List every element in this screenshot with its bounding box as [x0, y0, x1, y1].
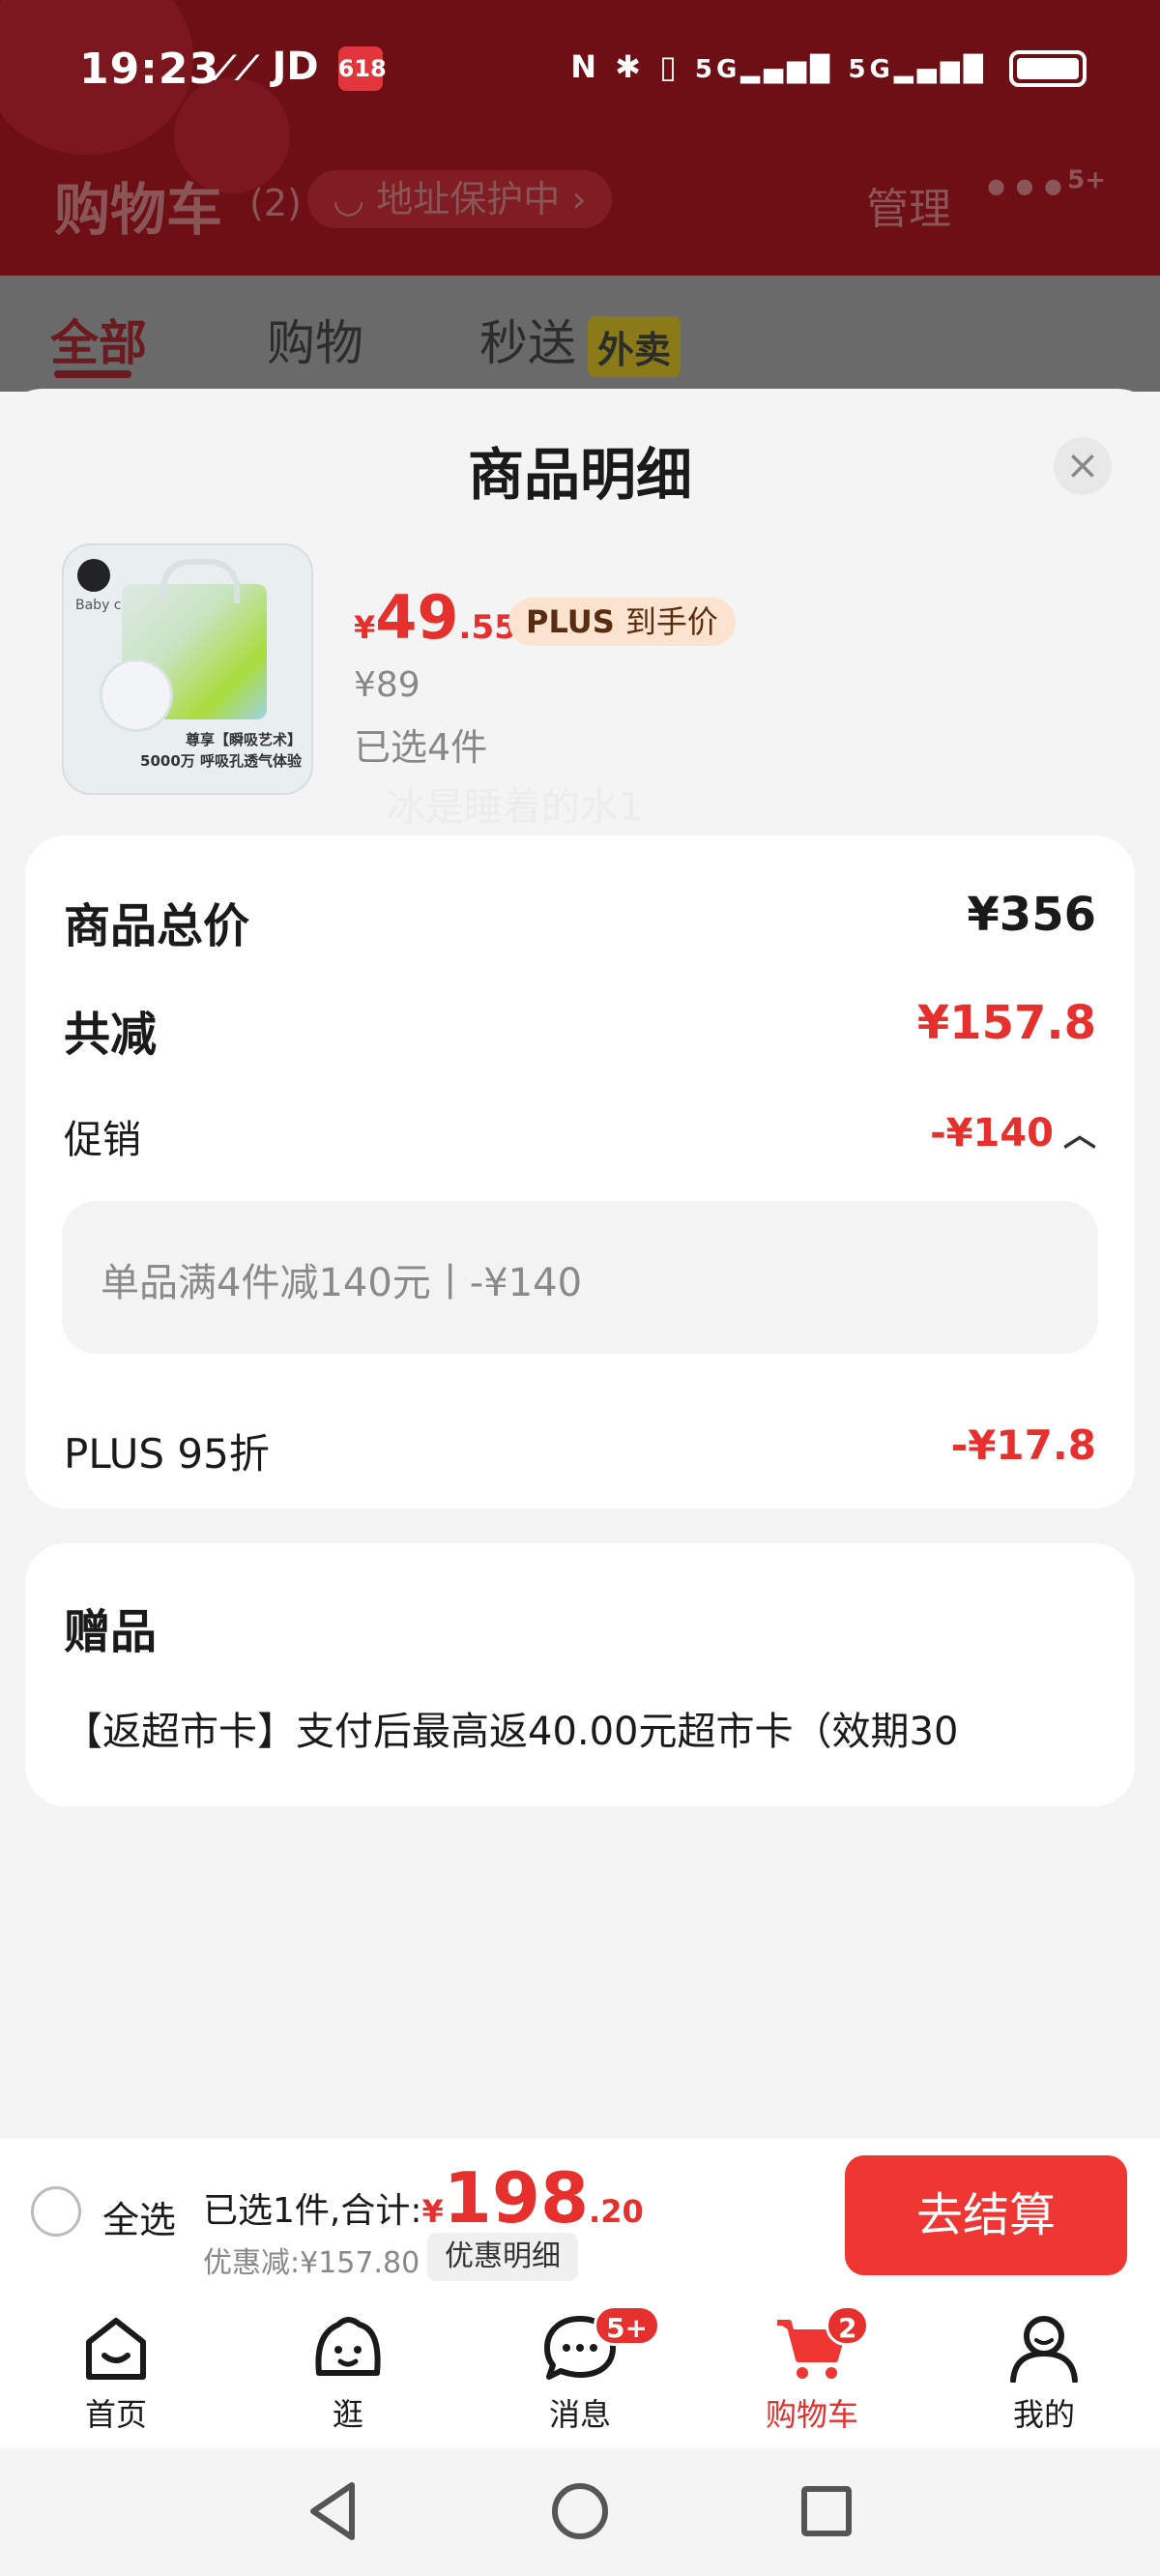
- promotion-value-group: -¥140 ︿: [930, 1108, 1096, 1156]
- profile-icon: [1005, 2313, 1083, 2384]
- notification-icon: ⟋⟋: [213, 49, 259, 88]
- cart-tabs: 全部 购物 秒送 外卖: [0, 276, 1160, 392]
- selected-quantity: 已选4件: [354, 726, 488, 769]
- cart-badge: 2: [826, 2305, 870, 2346]
- total-label: 商品总价: [64, 899, 250, 953]
- summary-price-symbol: ¥: [421, 2193, 444, 2230]
- product-caption: 尊享【瞬吸艺术】: [185, 731, 302, 748]
- takeout-badge: 外卖: [588, 316, 682, 377]
- original-price: ¥89: [354, 665, 420, 705]
- plus-tag-strong: PLUS: [526, 603, 615, 640]
- manage-button[interactable]: 管理: [866, 174, 951, 236]
- chevron-up-icon[interactable]: ︿: [1063, 1108, 1096, 1156]
- plus-discount-value: -¥17.8: [950, 1421, 1096, 1469]
- event-badge: 618: [337, 46, 387, 91]
- address-protection-label: 地址保护中: [376, 178, 561, 220]
- checkout-button[interactable]: 去结算: [845, 2155, 1127, 2275]
- product-price: ¥49.55: [354, 582, 517, 653]
- gift-title: 赠品: [64, 1605, 158, 1659]
- tab-profile[interactable]: 我的: [967, 2313, 1121, 2435]
- tab-express-label: 秒送: [479, 315, 576, 371]
- saved-amount: 优惠减:¥157.80: [203, 2246, 420, 2280]
- system-navigation-bar: [0, 2448, 1160, 2576]
- back-icon[interactable]: [300, 2477, 367, 2545]
- checkout-bar: 全选 已选1件,合计:¥198.20 优惠减:¥157.80 优惠明细 去结算: [0, 2137, 1160, 2294]
- product-caption: 5000万 呼吸孔透气体验: [140, 752, 302, 770]
- tab-underline: [54, 370, 131, 378]
- vibrate-icon: ▯: [659, 48, 681, 85]
- promotion-value: -¥140: [930, 1111, 1054, 1156]
- gift-card: 赠品 【返超市卡】支付后最高返40.00元超市卡（效期30: [25, 1543, 1135, 1806]
- plus-tag-text: 到手价: [624, 603, 718, 640]
- summary-price-integer: 198: [443, 2157, 590, 2239]
- recent-apps-icon[interactable]: [793, 2477, 860, 2545]
- cart-title: 购物车: [54, 177, 223, 243]
- close-icon[interactable]: ×: [1054, 437, 1112, 495]
- summary-price-decimal: .20: [589, 2193, 644, 2230]
- gift-description: 【返超市卡】支付后最高返40.00元超市卡（效期30: [64, 1710, 959, 1754]
- background-header: 19:23 ⟋⟋ JD 618 N ✱ ▯ 5G▂▄▆█ 5G▂▄▆█ 购物车 …: [0, 0, 1160, 276]
- status-right-icons: N ✱ ▯ 5G▂▄▆█ 5G▂▄▆█: [570, 48, 1087, 87]
- more-icon[interactable]: •••5+: [982, 162, 1106, 215]
- product-image[interactable]: Baby care 尊享【瞬吸艺术】 5000万 呼吸孔透气体验: [62, 543, 313, 795]
- tab-messages-label: 消息: [548, 2396, 611, 2433]
- shield-icon: ◡: [333, 178, 377, 220]
- select-all-radio[interactable]: [31, 2186, 81, 2237]
- discount-detail-button[interactable]: 优惠明细: [427, 2233, 578, 2281]
- plus-discount-label: PLUS 95折: [64, 1430, 270, 1478]
- bluetooth-icon: ✱: [615, 48, 645, 85]
- total-value: ¥356: [967, 888, 1096, 942]
- status-app-icons: ⟋⟋ JD 618: [213, 44, 387, 91]
- cart-icon: 2: [773, 2305, 870, 2383]
- status-bar: 19:23 ⟋⟋ JD 618 N ✱ ▯ 5G▂▄▆█ 5G▂▄▆█: [0, 0, 1160, 145]
- browse-icon: [309, 2313, 387, 2383]
- brand-logo-icon: [77, 559, 110, 592]
- reduction-label: 共减: [64, 1008, 158, 1062]
- sheet-title: 商品明细: [467, 442, 692, 508]
- watermark: 冰是睡着的水1: [387, 785, 644, 830]
- tab-home-label: 首页: [84, 2396, 147, 2433]
- tab-shopping[interactable]: 购物: [267, 305, 363, 374]
- price-integer: 49: [375, 582, 459, 653]
- cart-count: (2): [249, 182, 302, 224]
- address-protection[interactable]: ◡ 地址保护中 ›: [307, 170, 612, 228]
- message-badge: 5+: [594, 2305, 660, 2346]
- home-circle-icon[interactable]: [546, 2477, 614, 2545]
- promotion-detail-text: 单品满4件减140元丨-¥140: [101, 1261, 583, 1305]
- signal-icon: 5G▂▄▆█: [848, 55, 987, 84]
- status-time: 19:23: [79, 44, 220, 94]
- promotion-label: 促销: [64, 1118, 141, 1162]
- diaper-image: [102, 661, 170, 729]
- home-icon: [77, 2313, 155, 2383]
- nfc-icon: N: [570, 48, 601, 85]
- tab-cart[interactable]: 2 购物车: [735, 2305, 889, 2435]
- select-all-label[interactable]: 全选: [102, 2190, 176, 2243]
- summary-label: 已选1件,合计:: [203, 2191, 422, 2231]
- product-detail-sheet: 商品明细 × Baby care 尊享【瞬吸艺术】 5000万 呼吸孔透气体验 …: [0, 389, 1160, 2137]
- battery-icon: [1009, 50, 1087, 87]
- jd-label: JD: [272, 44, 319, 89]
- cart-header: 购物车 (2) ◡ 地址保护中 › 管理 •••5+: [0, 155, 1160, 243]
- tab-express[interactable]: 秒送 外卖: [479, 305, 682, 377]
- tab-all[interactable]: 全部: [50, 305, 147, 374]
- bottom-tabbar: 首页 逛 5+ 消息 2 购物车 我的: [0, 2294, 1160, 2448]
- reduction-value: ¥157.8: [916, 996, 1096, 1050]
- chevron-right-icon: ›: [560, 178, 587, 220]
- tab-home[interactable]: 首页: [39, 2313, 193, 2435]
- total-summary: 已选1件,合计:¥198.20: [203, 2157, 644, 2239]
- message-icon: 5+: [541, 2305, 660, 2383]
- price-symbol: ¥: [354, 609, 376, 646]
- plus-price-tag: PLUS 到手价: [508, 598, 736, 646]
- price-breakdown-card: 商品总价 ¥356 共减 ¥157.8 促销 -¥140 ︿ 单品满4件减140元…: [25, 835, 1135, 1508]
- tab-cart-label: 购物车: [765, 2396, 858, 2433]
- tab-messages[interactable]: 5+ 消息: [503, 2305, 660, 2435]
- tab-profile-label: 我的: [1012, 2396, 1075, 2433]
- promotion-detail: 单品满4件减140元丨-¥140: [62, 1201, 1098, 1354]
- tab-browse[interactable]: 逛: [271, 2313, 425, 2435]
- signal-icon: 5G▂▄▆█: [694, 55, 834, 84]
- more-badge: 5+: [1067, 165, 1106, 195]
- tab-browse-label: 逛: [332, 2396, 363, 2433]
